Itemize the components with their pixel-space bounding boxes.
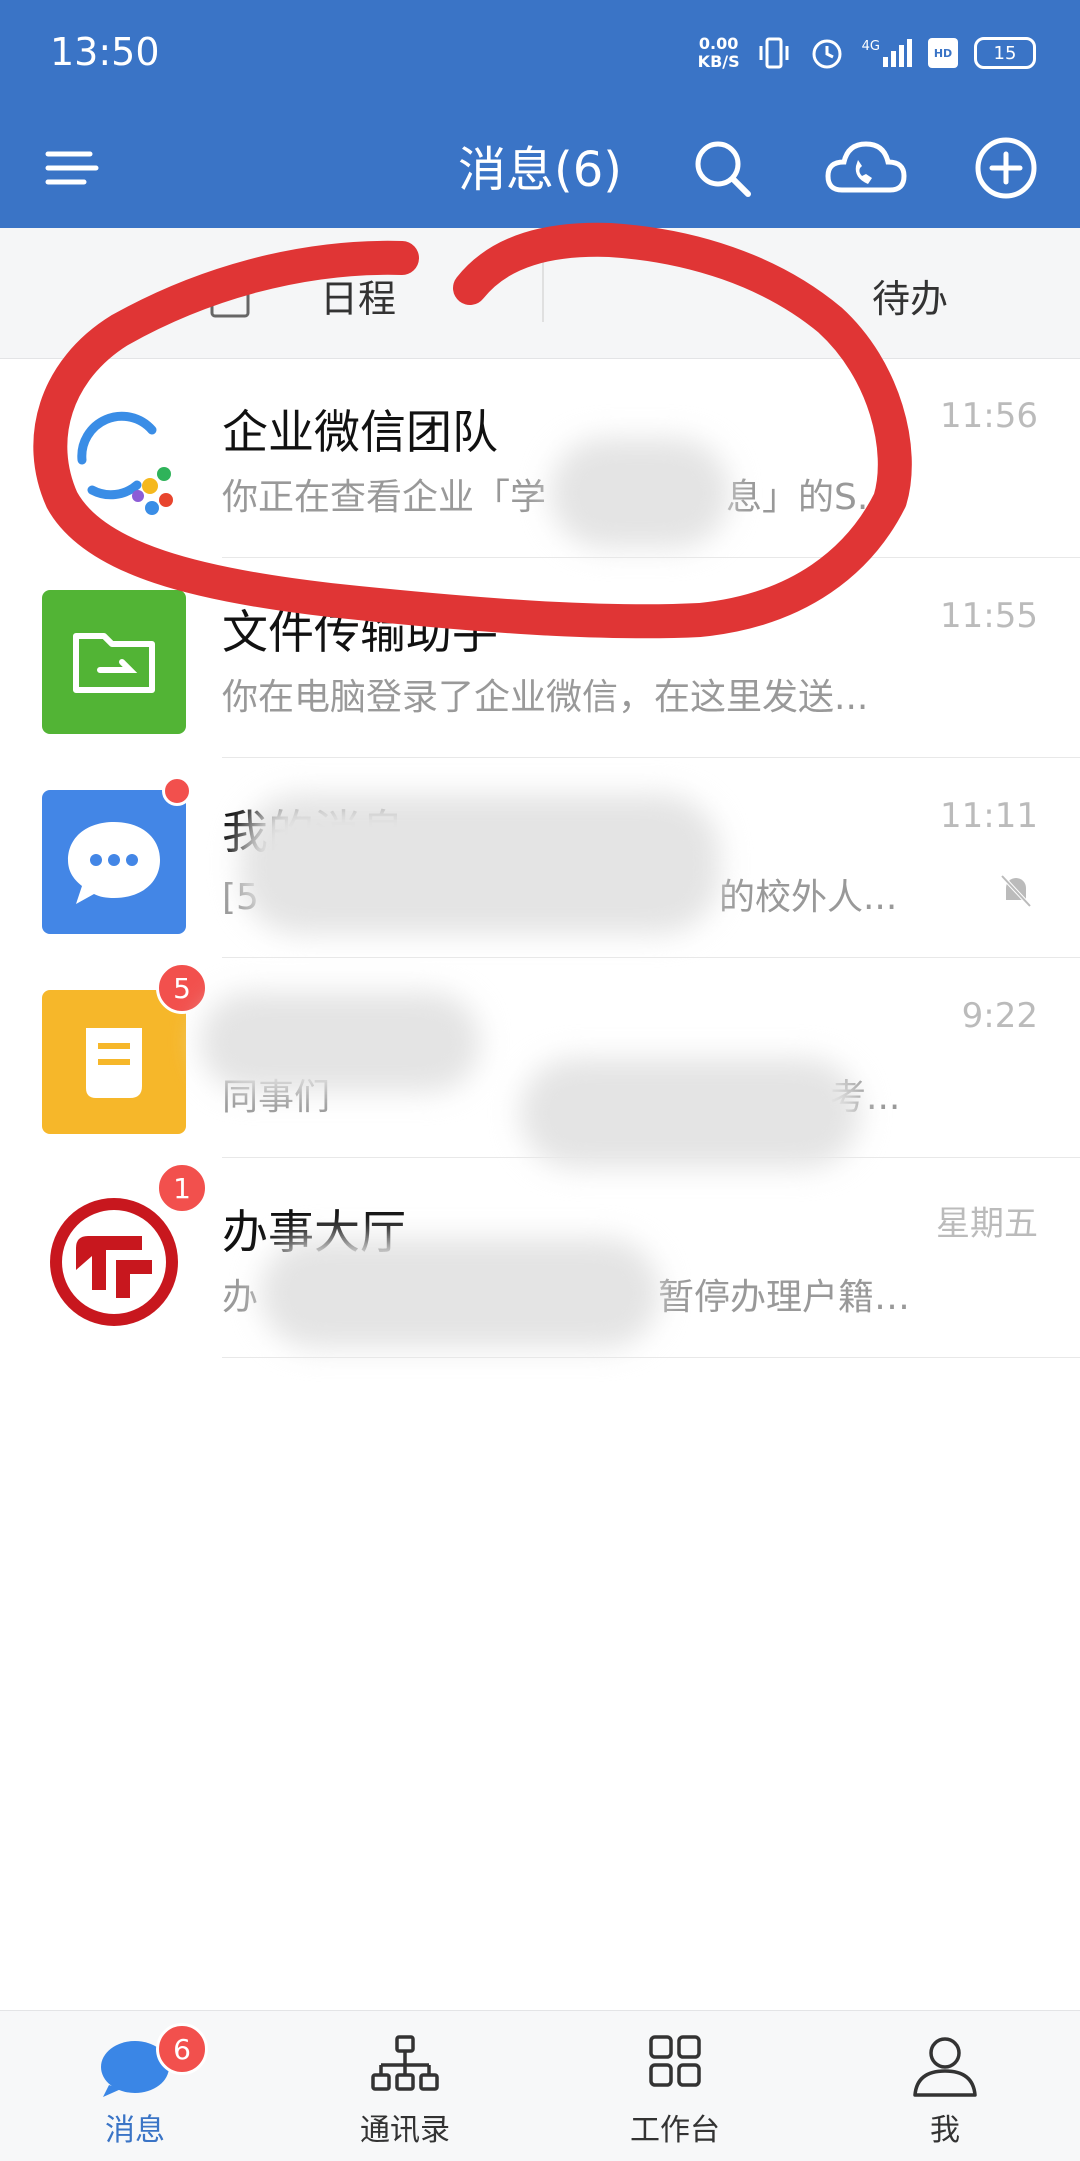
nav-contacts[interactable]: 通讯录 bbox=[270, 2011, 540, 2161]
cloud-phone-icon[interactable] bbox=[820, 128, 910, 208]
vibrate-icon bbox=[759, 37, 789, 69]
nav-label: 工作台 bbox=[630, 2113, 720, 2148]
hd-icon: HD bbox=[928, 38, 958, 68]
app-header: 消息(6) bbox=[0, 110, 1080, 228]
unread-badge: 5 bbox=[156, 962, 208, 1014]
message-time: 星期五 bbox=[936, 1204, 1038, 1244]
file-transfer-avatar bbox=[42, 590, 186, 734]
status-time: 13:50 bbox=[50, 30, 160, 74]
unread-badge: 1 bbox=[156, 1162, 208, 1214]
muted-bell-icon bbox=[1000, 874, 1032, 908]
my-messages-avatar bbox=[42, 790, 186, 934]
unread-dot bbox=[162, 776, 192, 806]
person-icon bbox=[913, 2037, 977, 2097]
bottom-nav: 6 消息 通讯录 工作台 我 bbox=[0, 2010, 1080, 2161]
message-list: 企业微信团队 你正在查看企业「学 息」的S... 11:56 文件传输助手 你在电… bbox=[0, 358, 1080, 1358]
tab-divider bbox=[542, 260, 544, 322]
unread-badge: 6 bbox=[156, 2023, 208, 2075]
service-hall-avatar bbox=[50, 1198, 178, 1326]
message-sender: 文件传输助手 bbox=[222, 605, 498, 659]
tab-schedule[interactable]: 日程 bbox=[320, 268, 396, 323]
list-item[interactable]: 企业微信团队 你正在查看企业「学 息」的S... 11:56 bbox=[0, 358, 1080, 558]
message-time: 11:55 bbox=[940, 596, 1038, 636]
list-item[interactable]: 5 同事们 考... 9:22 bbox=[0, 958, 1080, 1168]
document-icon bbox=[86, 1028, 142, 1098]
nav-label: 通讯录 bbox=[360, 2113, 450, 2148]
wecom-team-avatar bbox=[77, 411, 173, 515]
add-icon[interactable] bbox=[966, 128, 1046, 208]
page-title: 消息(6) bbox=[458, 142, 622, 198]
list-item[interactable]: 文件传输助手 你在电脑登录了企业微信，在这里发送... 11:55 bbox=[0, 558, 1080, 758]
list-item[interactable]: 1 办事大厅 办暂停办理户籍业... 星期五 bbox=[0, 1158, 1080, 1358]
nav-workbench[interactable]: 工作台 bbox=[540, 2011, 810, 2161]
redaction-blur bbox=[260, 1238, 660, 1348]
status-bar: 13:50 0.00 KB/S 4G HD 15 bbox=[0, 0, 1080, 110]
notice-avatar bbox=[42, 990, 186, 1134]
network-speed: 0.00 KB/S bbox=[697, 34, 740, 71]
message-time: 9:22 bbox=[961, 996, 1038, 1036]
grid-icon bbox=[649, 2035, 701, 2087]
system-icons: 0.00 KB/S 4G HD 15 bbox=[698, 30, 1036, 76]
nav-label: 消息 bbox=[105, 2113, 165, 2148]
redaction-blur bbox=[520, 1058, 860, 1168]
battery-icon: 15 bbox=[974, 37, 1036, 69]
nav-label: 我 bbox=[930, 2113, 960, 2148]
list-item[interactable]: 我的消息 [5的校外人... 11:11 bbox=[0, 758, 1080, 958]
message-preview: 你在电脑登录了企业微信，在这里发送... bbox=[222, 677, 869, 718]
redaction-blur bbox=[550, 438, 730, 548]
folder-icon bbox=[73, 633, 155, 693]
row-separator bbox=[222, 1357, 1080, 1358]
quick-tabs: 日程 待办 bbox=[0, 228, 1080, 359]
redaction-blur bbox=[200, 992, 480, 1092]
message-sender: 企业微信团队 bbox=[222, 405, 498, 459]
message-time: 11:11 bbox=[940, 796, 1038, 836]
chat-bubble-icon bbox=[68, 822, 160, 904]
org-chart-icon bbox=[371, 2035, 439, 2091]
nav-messages[interactable]: 6 消息 bbox=[0, 2011, 270, 2161]
search-icon[interactable] bbox=[682, 128, 762, 208]
signal-icon: 4G bbox=[862, 39, 912, 67]
message-time: 11:56 bbox=[940, 396, 1038, 436]
alarm-icon bbox=[812, 39, 842, 69]
tab-todo[interactable]: 待办 bbox=[872, 268, 948, 323]
calendar-icon bbox=[210, 280, 250, 318]
redaction-blur bbox=[240, 794, 720, 934]
nav-me[interactable]: 我 bbox=[810, 2011, 1080, 2161]
